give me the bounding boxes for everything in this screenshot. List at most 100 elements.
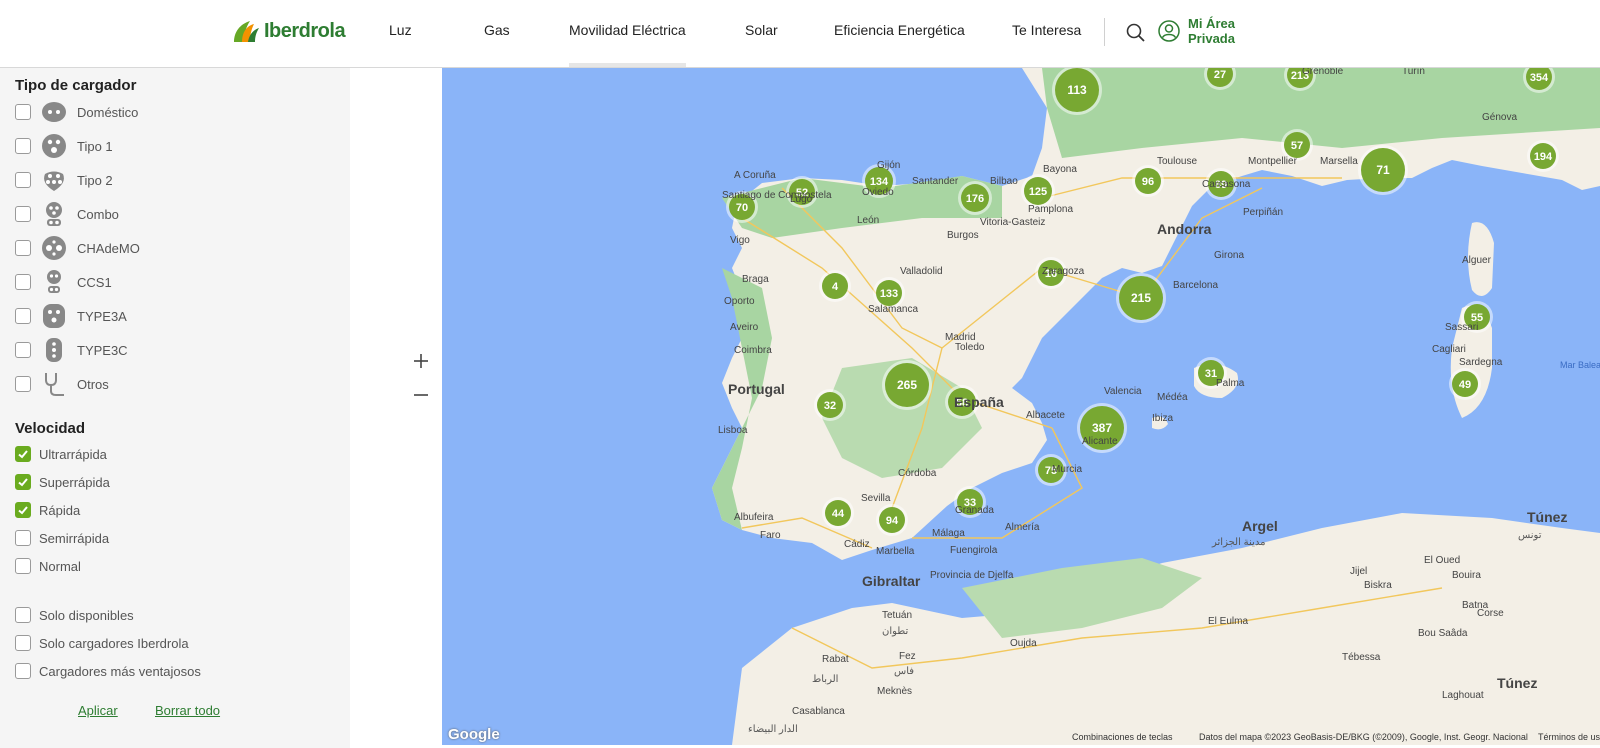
city-label: Aveiro	[730, 322, 759, 333]
city-label: Palma	[1216, 378, 1245, 389]
arabic-city-label: الرباط	[812, 674, 838, 685]
checkbox[interactable]	[15, 663, 31, 679]
city-label: Salamanca	[868, 304, 918, 315]
charger-cluster[interactable]: 125	[1021, 174, 1055, 208]
sea-label: Mar Balear	[1560, 360, 1600, 370]
nav-te-interesa[interactable]: Te Interesa	[1012, 22, 1081, 38]
charger-cluster[interactable]: 176	[958, 181, 992, 215]
charger-option-ccs1[interactable]: CCS1	[15, 270, 112, 294]
private-area-button[interactable]: Mi Área Privada	[1158, 16, 1235, 46]
checkbox[interactable]	[15, 558, 31, 574]
search-icon[interactable]	[1125, 22, 1147, 44]
cluster-count: 125	[1029, 186, 1047, 198]
city-label: Grenoble	[1302, 68, 1344, 77]
keyboard-shortcuts-link[interactable]: Combinaciones de teclas	[1072, 732, 1173, 742]
checkbox[interactable]	[15, 635, 31, 651]
charger-option-type3a[interactable]: TYPE3A	[15, 304, 127, 328]
city-label: Perpiñán	[1243, 207, 1283, 218]
speed-option-superrapida[interactable]: Superrápida	[15, 470, 110, 494]
city-label: Rabat	[822, 654, 849, 665]
charger-cluster[interactable]: 265	[882, 360, 932, 410]
nav-luz[interactable]: Luz	[389, 22, 412, 38]
city-label: Fuengirola	[950, 545, 998, 556]
city-label: Jijel	[1350, 566, 1367, 577]
speed-option-normal[interactable]: Normal	[15, 554, 81, 578]
charger-option-chademo[interactable]: CHAdeMO	[15, 236, 140, 260]
checkbox[interactable]	[15, 206, 31, 222]
checkbox[interactable]	[15, 308, 31, 324]
checkbox[interactable]	[15, 342, 31, 358]
speed-option-rapida[interactable]: Rápida	[15, 498, 80, 522]
charger-cluster[interactable]: 194	[1527, 140, 1559, 172]
charger-label: TYPE3A	[77, 308, 127, 324]
city-label: Albacete	[1026, 410, 1065, 421]
charger-option-tipo1[interactable]: Tipo 1	[15, 134, 113, 158]
charger-cluster[interactable]: 94	[876, 504, 908, 536]
country-label: Argel	[1242, 518, 1278, 534]
checkbox[interactable]	[15, 240, 31, 256]
charger-map[interactable]: 113 27 213 354 57 71 194 134 52 70 176 125 96 89 16 4 13…	[442, 68, 1600, 745]
speed-option-ultrarrapida[interactable]: Ultrarrápida	[15, 442, 107, 466]
charger-option-combo[interactable]: Combo	[15, 202, 119, 226]
checkbox-checked[interactable]	[15, 474, 31, 490]
charger-type-title: Tipo de cargador	[15, 77, 137, 94]
city-label: Coimbra	[734, 345, 772, 356]
city-label: Santiago de Compostela	[722, 190, 832, 201]
city-label: Córdoba	[898, 468, 937, 479]
clear-all-button[interactable]: Borrar todo	[155, 703, 220, 718]
extra-option-mas-ventajosos[interactable]: Cargadores más ventajosos	[15, 659, 201, 683]
city-label: Ibiza	[1152, 413, 1174, 424]
checkbox[interactable]	[15, 274, 31, 290]
extra-option-solo-disponibles[interactable]: Solo disponibles	[15, 603, 134, 627]
charger-cluster[interactable]: 49	[1449, 368, 1481, 400]
cluster-count: 176	[966, 193, 984, 205]
charger-option-otros[interactable]: Otros	[15, 372, 109, 396]
checkbox-checked[interactable]	[15, 502, 31, 518]
charger-option-type3c[interactable]: TYPE3C	[15, 338, 128, 362]
charger-label: Combo	[77, 206, 119, 222]
charger-option-tipo2[interactable]: Tipo 2	[15, 168, 113, 192]
checkbox[interactable]	[15, 607, 31, 623]
checkbox[interactable]	[15, 530, 31, 546]
cluster-count: 44	[832, 508, 845, 520]
city-label: Murcia	[1052, 464, 1082, 475]
cluster-count: 4	[832, 281, 839, 293]
zoom-out-icon[interactable]	[410, 384, 432, 406]
city-label: Médéa	[1157, 392, 1188, 403]
checkbox[interactable]	[15, 376, 31, 392]
country-label: Portugal	[728, 381, 785, 397]
iberdrola-logo[interactable]: Iberdrola	[232, 16, 346, 46]
cluster-count: 113	[1067, 83, 1087, 97]
city-label: El Eulma	[1208, 616, 1248, 627]
city-label: León	[857, 215, 879, 226]
checkbox[interactable]	[15, 172, 31, 188]
nav-gas[interactable]: Gas	[484, 22, 510, 38]
chademo-plug-icon	[42, 236, 66, 260]
charger-cluster[interactable]: 4	[819, 270, 851, 302]
city-label: Málaga	[932, 528, 965, 539]
city-label: Fez	[899, 651, 916, 662]
charger-cluster[interactable]: 215	[1116, 273, 1166, 323]
map-canvas[interactable]: 11327 213 3545771194134527017612596 8916413…	[442, 68, 1600, 745]
city-label: Girona	[1214, 250, 1244, 261]
checkbox[interactable]	[15, 104, 31, 120]
charger-cluster[interactable]: 32	[814, 389, 846, 421]
checkbox[interactable]	[15, 138, 31, 154]
zoom-in-icon[interactable]	[410, 350, 432, 372]
apply-button[interactable]: Aplicar	[78, 703, 118, 718]
city-label: Lugo	[790, 194, 813, 205]
charger-option-domestico[interactable]: Doméstico	[15, 100, 138, 124]
speed-option-semirrapida[interactable]: Semirrápida	[15, 526, 109, 550]
nav-solar[interactable]: Solar	[745, 22, 778, 38]
charger-cluster[interactable]: 71	[1358, 145, 1408, 195]
nav-eficiencia-energetica[interactable]: Eficiencia Energética	[834, 22, 965, 38]
city-label: Granada	[955, 505, 994, 516]
checkbox-checked[interactable]	[15, 446, 31, 462]
terms-link[interactable]: Términos de uso	[1538, 732, 1600, 742]
charger-cluster[interactable]: 44	[822, 497, 854, 529]
nav-movilidad-electrica[interactable]: Movilidad Eléctrica	[569, 22, 686, 67]
extra-option-solo-iberdrola[interactable]: Solo cargadores Iberdrola	[15, 631, 189, 655]
charger-cluster[interactable]: 96	[1132, 165, 1164, 197]
speed-label: Semirrápida	[39, 530, 110, 546]
city-label: Toulouse	[1157, 156, 1197, 167]
